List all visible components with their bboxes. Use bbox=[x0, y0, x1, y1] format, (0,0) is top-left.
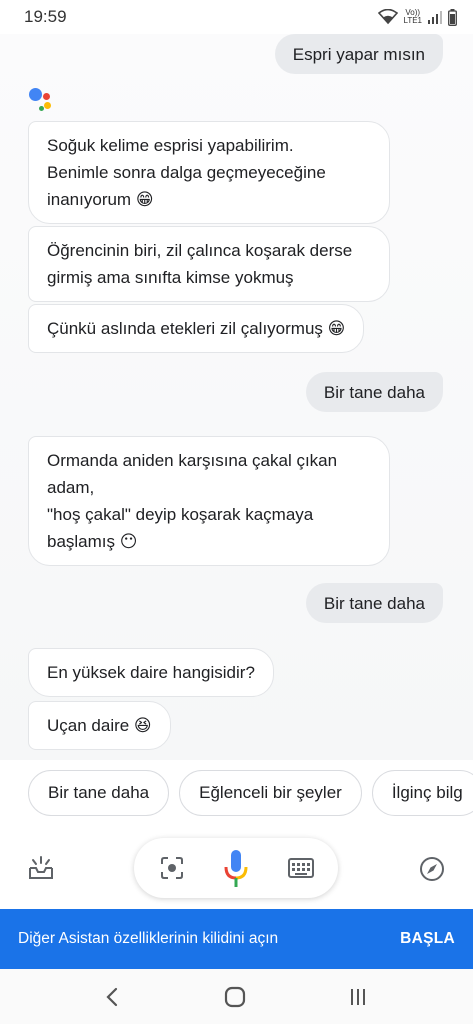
message-line: Uçan daire 😆 bbox=[47, 716, 152, 735]
assistant-message: Ormanda aniden karşısına çakal çıkan ada… bbox=[28, 436, 390, 566]
back-icon[interactable] bbox=[98, 983, 126, 1011]
message-line: Ormanda aniden karşısına çakal çıkan bbox=[47, 451, 338, 470]
status-icons: Vo)) LTE1 bbox=[378, 8, 457, 26]
message-line: Öğrencinin biri, zil çalınca koşarak der… bbox=[47, 241, 353, 260]
assistant-controls bbox=[0, 836, 473, 902]
assistant-message: Öğrencinin biri, zil çalınca koşarak der… bbox=[28, 226, 390, 302]
updates-inbox-icon[interactable] bbox=[26, 853, 56, 883]
keyboard-icon[interactable] bbox=[286, 854, 316, 882]
battery-icon bbox=[448, 8, 457, 26]
suggestion-chip[interactable]: İlginç bilg bbox=[371, 770, 473, 816]
start-button[interactable]: BAŞLA bbox=[400, 930, 455, 948]
conversation-area[interactable]: Espri yapar mısın Soğuk kelime esprisi y… bbox=[0, 34, 473, 760]
lte-label: LTE1 bbox=[403, 16, 422, 25]
assistant-message: Çünkü aslında etekleri zil çalıyormuş 😁 bbox=[28, 304, 365, 353]
assistant-message: Soğuk kelime esprisi yapabilirim. Beniml… bbox=[28, 121, 390, 224]
assistant-logo-icon bbox=[29, 88, 55, 114]
system-navigation-bar bbox=[0, 969, 473, 1024]
message-line: "hoş çakal" deyip koşarak kaçmaya bbox=[47, 505, 314, 524]
assistant-message: En yüksek daire hangisidir? bbox=[28, 648, 274, 697]
user-message: Bir tane daha bbox=[305, 583, 443, 623]
home-icon[interactable] bbox=[221, 983, 249, 1011]
explore-compass-icon[interactable] bbox=[417, 854, 447, 884]
suggestion-chip[interactable]: Eğlenceli bir şeyler bbox=[179, 770, 362, 816]
message-line: Benimle sonra dalga geçmeyeceğine bbox=[47, 163, 326, 182]
banner-text: Diğer Asistan özelliklerinin kilidini aç… bbox=[18, 930, 279, 947]
assistant-message: Uçan daire 😆 bbox=[28, 701, 171, 750]
message-line: adam, bbox=[47, 478, 95, 497]
message-line: başlamış 😶 bbox=[47, 532, 138, 551]
wifi-icon bbox=[378, 9, 399, 25]
message-line: En yüksek daire hangisidir? bbox=[47, 663, 255, 682]
status-bar: 19:59 Vo)) LTE1 bbox=[0, 0, 473, 34]
lens-icon[interactable] bbox=[158, 854, 186, 882]
message-line: girmiş ama sınıfta kimse yokmuş bbox=[47, 268, 294, 287]
user-message: Bir tane daha bbox=[305, 372, 443, 412]
user-message: Espri yapar mısın bbox=[274, 34, 443, 74]
signal-icon bbox=[428, 11, 442, 24]
volte-indicator: Vo)) LTE1 bbox=[403, 9, 422, 25]
suggestion-chip[interactable]: Bir tane daha bbox=[28, 770, 170, 816]
status-time: 19:59 bbox=[24, 7, 67, 26]
message-line: Çünkü aslında etekleri zil çalıyormuş 😁 bbox=[47, 319, 346, 338]
mic-icon[interactable] bbox=[220, 848, 252, 890]
recents-icon[interactable] bbox=[344, 983, 372, 1011]
suggestion-chips: Bir tane daha Eğlenceli bir şeyler İlgin… bbox=[0, 770, 473, 824]
user-message-text: Bir tane daha bbox=[323, 382, 425, 402]
user-message-text: Bir tane daha bbox=[323, 593, 425, 613]
user-message-text: Espri yapar mısın bbox=[292, 44, 425, 64]
message-line: inanıyorum 😁 bbox=[47, 190, 154, 209]
unlock-features-banner: Diğer Asistan özelliklerinin kilidini aç… bbox=[0, 909, 473, 969]
message-line: Soğuk kelime esprisi yapabilirim. bbox=[47, 136, 294, 155]
